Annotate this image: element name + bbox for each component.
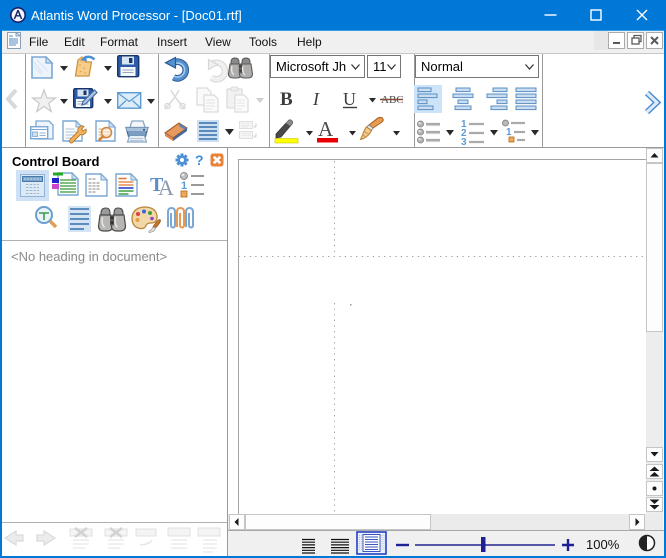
svg-text:1: 1	[181, 180, 187, 192]
svg-text:A: A	[158, 175, 174, 200]
svg-text:B: B	[280, 89, 293, 110]
svg-text:I: I	[312, 89, 320, 109]
svg-text:U: U	[343, 89, 356, 109]
svg-text:3: 3	[461, 137, 467, 148]
svg-text:A: A	[318, 117, 334, 141]
svg-text:1: 1	[506, 127, 512, 138]
